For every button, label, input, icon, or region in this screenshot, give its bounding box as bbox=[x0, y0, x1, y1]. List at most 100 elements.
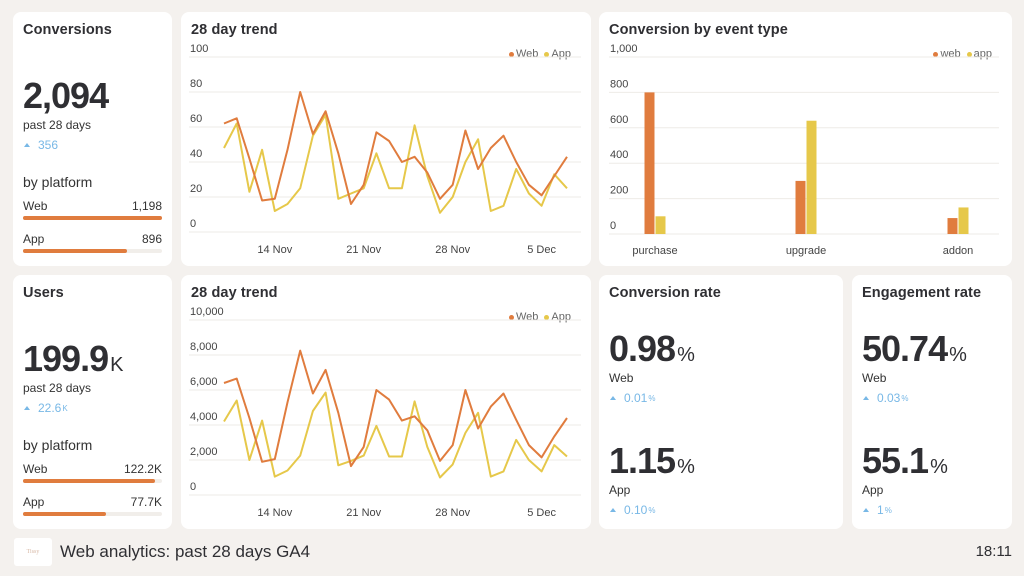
platform-value: 896 bbox=[141, 232, 162, 246]
x-tick-label: 21 Nov bbox=[346, 244, 381, 256]
bar-purchase-web bbox=[644, 92, 655, 235]
x-tick-label: 5 Dec bbox=[527, 507, 556, 519]
rate-label: Web bbox=[609, 371, 634, 385]
conversions-value: 2,094 bbox=[23, 75, 109, 116]
by-platform-label: by platform bbox=[23, 174, 93, 190]
delta-value: 0.10 bbox=[624, 503, 648, 517]
progress-bar bbox=[23, 216, 162, 220]
rate-unit: % bbox=[677, 344, 695, 366]
conversions-card: Conversions 2,094 past 28 days 356 by pl… bbox=[13, 12, 172, 266]
period-label: past 28 days bbox=[23, 381, 92, 395]
rate-value: 0.98% bbox=[609, 331, 833, 367]
platform-label: Web bbox=[23, 199, 48, 213]
engagement-rate-card: Engagement rate 50.74% Web 0.03% 55.1% A… bbox=[852, 275, 1012, 529]
up-arrow-icon bbox=[863, 508, 869, 512]
users-value: 199.9 K bbox=[23, 341, 162, 377]
rate-value: 50.74% bbox=[862, 331, 1002, 367]
up-arrow-icon bbox=[610, 396, 616, 400]
rate-number: 1.15 bbox=[609, 440, 676, 481]
progress-bar bbox=[23, 249, 162, 253]
platform-row-web: Web 122.2K bbox=[23, 462, 162, 483]
x-tick-label: 14 Nov bbox=[257, 507, 292, 519]
platform-label: App bbox=[23, 232, 45, 246]
rate-label: App bbox=[609, 483, 631, 497]
y-tick-label: 2,000 bbox=[190, 446, 218, 458]
platform-label: Web bbox=[23, 462, 48, 476]
y-tick-label: 10,000 bbox=[190, 306, 224, 318]
y-tick-label: 60 bbox=[190, 113, 202, 125]
delta-unit: % bbox=[648, 505, 656, 515]
bar-purchase-app bbox=[655, 216, 666, 234]
y-tick-label: 800 bbox=[610, 78, 628, 90]
users-card: Users 199.9 K past 28 days 22.6 K by platf… bbox=[13, 275, 172, 529]
delta-unit: K bbox=[62, 403, 68, 413]
conversions-trend-card: 28 day trend Web App 0 20 40 60 80 100 14 Nov 2… bbox=[181, 12, 591, 266]
users-trend-card: 28 day trend Web App 0 2,000 4,000 6,000 8,0… bbox=[181, 275, 591, 529]
progress-fill bbox=[23, 479, 156, 483]
bar-addon-web bbox=[947, 218, 958, 234]
rate-web: 50.74% Web 0.03% bbox=[862, 331, 1002, 406]
delta-indicator: 22.6 K bbox=[23, 401, 162, 415]
platform-value: 1,198 bbox=[131, 199, 162, 213]
bar-upgrade-app bbox=[806, 120, 817, 234]
progress-fill bbox=[23, 249, 127, 253]
y-tick-label: 80 bbox=[190, 78, 202, 90]
up-arrow-icon bbox=[863, 396, 869, 400]
period-label: past 28 days bbox=[23, 118, 92, 132]
delta-indicator: 1% bbox=[862, 503, 1002, 517]
x-tick-label: 14 Nov bbox=[257, 244, 292, 256]
card-title: Conversions bbox=[23, 22, 112, 38]
brand-logo: Tissy bbox=[14, 538, 52, 566]
card-title: Users bbox=[23, 285, 64, 301]
x-tick-label: 28 Nov bbox=[435, 507, 470, 519]
delta-value: 0.01 bbox=[624, 391, 648, 405]
y-tick-label: 100 bbox=[190, 43, 208, 55]
y-tick-label: 0 bbox=[610, 220, 616, 232]
up-arrow-icon bbox=[24, 406, 30, 410]
platform-row-web: Web 1,198 bbox=[23, 199, 162, 220]
y-tick-label: 600 bbox=[610, 114, 628, 126]
progress-bar bbox=[23, 512, 162, 516]
platform-label: App bbox=[23, 495, 45, 509]
rate-app: 55.1% App 1% bbox=[862, 443, 1002, 518]
y-tick-label: 8,000 bbox=[190, 341, 218, 353]
y-tick-label: 0 bbox=[190, 218, 196, 230]
delta-indicator: 356 bbox=[23, 138, 162, 152]
y-tick-label: 40 bbox=[190, 148, 202, 160]
platform-row-app: App 77.7K bbox=[23, 495, 162, 516]
rate-unit: % bbox=[949, 344, 967, 366]
x-tick-label: 21 Nov bbox=[346, 507, 381, 519]
delta-value: 0.03 bbox=[877, 391, 901, 405]
users-unit: K bbox=[110, 354, 124, 376]
delta-value: 356 bbox=[38, 138, 59, 152]
bar-upgrade-web bbox=[795, 180, 806, 234]
rate-label: App bbox=[862, 483, 884, 497]
series-line-web bbox=[223, 91, 568, 205]
x-tick-label: 28 Nov bbox=[435, 244, 470, 256]
y-tick-label: 400 bbox=[610, 149, 628, 161]
delta-unit: % bbox=[884, 505, 892, 515]
series-line-web bbox=[223, 349, 568, 468]
rate-number: 55.1 bbox=[862, 440, 929, 481]
conversions-trend-chart: 0 20 40 60 80 100 14 Nov 21 Nov 28 Nov 5 Dec bbox=[189, 43, 581, 256]
series-line-app bbox=[223, 391, 568, 479]
y-tick-label: 6,000 bbox=[190, 376, 218, 388]
y-tick-label: 0 bbox=[190, 481, 196, 493]
rate-unit: % bbox=[677, 456, 695, 478]
up-arrow-icon bbox=[610, 508, 616, 512]
y-tick-label: 20 bbox=[190, 183, 202, 195]
rate-unit: % bbox=[930, 456, 948, 478]
delta-indicator: 0.01% bbox=[609, 391, 833, 405]
delta-value: 22.6 bbox=[38, 401, 62, 415]
delta-indicator: 0.10% bbox=[609, 503, 833, 517]
y-tick-label: 4,000 bbox=[190, 411, 218, 423]
delta-indicator: 0.03% bbox=[862, 391, 1002, 405]
rate-app: 1.15% App 0.10% bbox=[609, 440, 833, 518]
rate-value: 55.1% bbox=[862, 443, 1002, 479]
rate-number: 0.98 bbox=[609, 328, 676, 369]
bar-addon-app bbox=[958, 207, 969, 234]
by-platform-label: by platform bbox=[23, 437, 93, 453]
x-tick-label: purchase bbox=[632, 245, 677, 257]
delta-value: 1 bbox=[877, 503, 884, 517]
users-trend-chart: 0 2,000 4,000 6,000 8,000 10,000 14 Nov 21 Nov 2… bbox=[189, 306, 581, 519]
